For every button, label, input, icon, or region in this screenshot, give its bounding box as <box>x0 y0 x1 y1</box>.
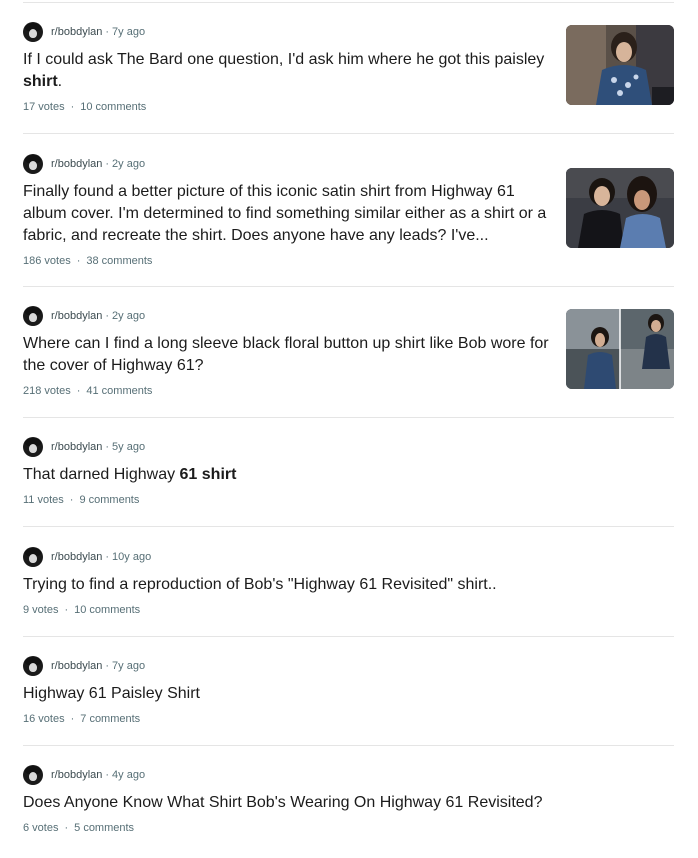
post-title-text: If I could ask The Bard one question, I'… <box>23 51 545 68</box>
subreddit-link[interactable]: r/bobdylan <box>51 310 102 322</box>
subreddit-link[interactable]: r/bobdylan <box>51 660 102 672</box>
post-stats: 16 votes · 7 comments <box>23 711 674 727</box>
subreddit-link[interactable]: r/bobdylan <box>51 551 102 563</box>
post-title[interactable]: Does Anyone Know What Shirt Bob's Wearin… <box>23 792 674 814</box>
vote-count: 16 votes <box>23 713 65 725</box>
post-age: 4y ago <box>112 769 146 781</box>
divider <box>23 636 674 637</box>
divider <box>23 133 674 134</box>
post-title-highlight: 61 shirt <box>179 466 237 483</box>
separator-dot: · <box>70 101 75 113</box>
subreddit-avatar-icon[interactable] <box>23 437 43 457</box>
divider <box>23 745 674 746</box>
post-title[interactable]: If I could ask The Bard one question, I'… <box>23 49 553 93</box>
post-meta: r/bobdylan · 5y ago <box>23 437 674 457</box>
post-age: 10y ago <box>112 551 152 563</box>
post-card[interactable]: r/bobdylan · 7y ago If I could ask The B… <box>23 22 674 115</box>
post-title-highlight: shirt <box>23 73 58 90</box>
subreddit-avatar-icon[interactable] <box>23 547 43 567</box>
comment-count[interactable]: 10 comments <box>74 604 140 616</box>
post-age: 7y ago <box>112 660 146 672</box>
comment-count[interactable]: 5 comments <box>74 822 134 834</box>
subreddit-avatar-icon[interactable] <box>23 306 43 326</box>
subreddit-avatar-icon[interactable] <box>23 656 43 676</box>
post-card[interactable]: r/bobdylan · 2y ago Finally found a bett… <box>23 154 674 269</box>
post-meta: r/bobdylan · 7y ago <box>23 656 674 676</box>
separator-dot: · <box>76 255 81 267</box>
subreddit-link[interactable]: r/bobdylan <box>51 158 102 170</box>
post-title-text: That darned Highway <box>23 466 180 483</box>
post-age: 7y ago <box>112 26 146 38</box>
divider <box>23 2 674 3</box>
post-stats: 186 votes · 38 comments <box>23 253 674 269</box>
post-card[interactable]: r/bobdylan · 2y ago Where can I find a l… <box>23 306 674 399</box>
post-card[interactable]: r/bobdylan · 4y ago Does Anyone Know Wha… <box>23 765 674 836</box>
subreddit-link[interactable]: r/bobdylan <box>51 441 102 453</box>
vote-count: 11 votes <box>23 494 64 506</box>
separator-dot: · <box>105 26 110 38</box>
post-stats: 6 votes · 5 comments <box>23 820 674 836</box>
post-age: 5y ago <box>112 441 146 453</box>
separator-dot: · <box>64 604 69 616</box>
post-age: 2y ago <box>112 158 146 170</box>
comment-count[interactable]: 41 comments <box>86 385 152 397</box>
post-meta: r/bobdylan · 4y ago <box>23 765 674 785</box>
post-thumbnail[interactable] <box>566 25 674 105</box>
post-thumbnail[interactable] <box>566 309 674 389</box>
post-title[interactable]: Trying to find a reproduction of Bob's "… <box>23 574 674 596</box>
post-card[interactable]: r/bobdylan · 7y ago Highway 61 Paisley S… <box>23 656 674 727</box>
post-title[interactable]: Finally found a better picture of this i… <box>23 181 553 247</box>
separator-dot: · <box>105 551 110 563</box>
separator-dot: · <box>105 310 110 322</box>
separator-dot: · <box>105 441 110 453</box>
subreddit-avatar-icon[interactable] <box>23 154 43 174</box>
vote-count: 218 votes <box>23 385 71 397</box>
post-thumbnail[interactable] <box>566 168 674 248</box>
post-title[interactable]: Highway 61 Paisley Shirt <box>23 683 674 705</box>
subreddit-avatar-icon[interactable] <box>23 22 43 42</box>
comment-count[interactable]: 10 comments <box>80 101 146 113</box>
post-title-text-end: . <box>57 73 63 90</box>
post-meta: r/bobdylan · 10y ago <box>23 547 674 567</box>
post-stats: 9 votes · 10 comments <box>23 602 674 618</box>
subreddit-link[interactable]: r/bobdylan <box>51 769 102 781</box>
comment-count[interactable]: 38 comments <box>86 255 152 267</box>
post-card[interactable]: r/bobdylan · 5y ago That darned Highway … <box>23 437 674 508</box>
subreddit-avatar-icon[interactable] <box>23 765 43 785</box>
subreddit-link[interactable]: r/bobdylan <box>51 26 102 38</box>
separator-dot: · <box>76 385 81 397</box>
divider <box>23 526 674 527</box>
search-results-feed: r/bobdylan · 7y ago If I could ask The B… <box>0 0 698 858</box>
post-card[interactable]: r/bobdylan · 10y ago Trying to find a re… <box>23 547 674 618</box>
divider <box>23 417 674 418</box>
post-title[interactable]: That darned Highway 61 shirt <box>23 464 674 486</box>
vote-count: 6 votes <box>23 822 59 834</box>
post-title[interactable]: Where can I find a long sleeve black flo… <box>23 333 553 377</box>
separator-dot: · <box>105 660 110 672</box>
separator-dot: · <box>64 822 69 834</box>
post-stats: 11 votes · 9 comments <box>23 492 674 508</box>
vote-count: 186 votes <box>23 255 71 267</box>
separator-dot: · <box>70 713 75 725</box>
comment-count[interactable]: 9 comments <box>79 494 139 506</box>
separator-dot: · <box>105 769 110 781</box>
comment-count[interactable]: 7 comments <box>80 713 140 725</box>
post-age: 2y ago <box>112 310 146 322</box>
vote-count: 9 votes <box>23 604 59 616</box>
divider <box>23 286 674 287</box>
separator-dot: · <box>69 494 74 506</box>
vote-count: 17 votes <box>23 101 65 113</box>
separator-dot: · <box>105 158 110 170</box>
